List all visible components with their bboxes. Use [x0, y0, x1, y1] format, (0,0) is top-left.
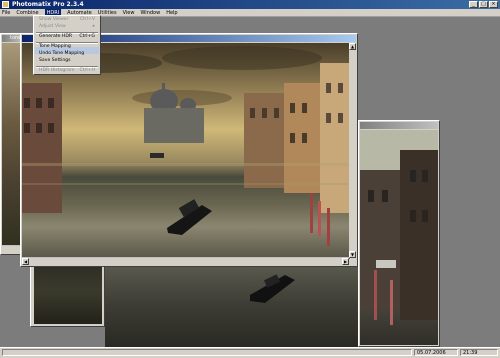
- status-message: [2, 349, 412, 356]
- building-silhouette-icon: [360, 150, 438, 325]
- close-button[interactable]: ×: [489, 1, 498, 8]
- menu-window[interactable]: Window: [140, 9, 160, 16]
- document-image: [360, 130, 438, 345]
- scroll-right-arrow-icon[interactable]: ▶: [342, 258, 349, 265]
- scroll-down-arrow-icon[interactable]: ▼: [349, 251, 356, 258]
- menu-item-show-viewer[interactable]: Show Viewer: [39, 17, 68, 22]
- document-image: [34, 258, 102, 324]
- app-titlebar: Photomatix Pro 2.3.4 _ □ ×: [0, 0, 500, 9]
- app-icon: [2, 1, 9, 8]
- scroll-up-arrow-icon[interactable]: ▲: [349, 43, 356, 50]
- menu-help[interactable]: Help: [166, 9, 177, 16]
- status-time: 21:39: [460, 349, 498, 356]
- menu-item-generate-hdr[interactable]: Generate HDR: [39, 34, 72, 39]
- scroll-left-arrow-icon[interactable]: ◀: [22, 258, 29, 265]
- venice-canal-scene: [22, 46, 350, 246]
- window-controls: _ □ ×: [469, 1, 498, 8]
- app-title: Photomatix Pro 2.3.4: [12, 1, 84, 8]
- hdri-dropdown-menu: Show Viewer Ctrl+V Adjust View ▸ Generat…: [33, 15, 101, 75]
- shortcut-show-viewer: Ctrl+V: [79, 17, 95, 22]
- submenu-arrow-icon: ▸: [92, 24, 95, 29]
- document-image: [22, 43, 350, 259]
- maximize-button[interactable]: □: [479, 1, 488, 8]
- shortcut-hdr-histogram: Ctrl+H: [79, 68, 95, 73]
- menu-item-hdr-histogram[interactable]: HDR Histogram: [39, 68, 74, 73]
- document-titlebar: [360, 122, 438, 129]
- document-window-right[interactable]: [358, 120, 440, 347]
- minimize-button[interactable]: _: [469, 1, 478, 8]
- shortcut-generate-hdr: Ctrl+G: [79, 34, 95, 39]
- horizontal-scrollbar[interactable]: ◀ ▶: [22, 257, 349, 265]
- statusbar: 05.07.2006 21:39: [0, 347, 500, 358]
- menu-item-tone-mapping[interactable]: Tone Mapping: [39, 44, 71, 49]
- menu-item-save-settings[interactable]: Save Settings: [39, 58, 71, 63]
- vertical-scrollbar[interactable]: ▲ ▼: [349, 43, 356, 258]
- menu-file[interactable]: File: [2, 9, 10, 16]
- status-date: 05.07.2006: [414, 349, 458, 356]
- menu-view[interactable]: View: [123, 9, 135, 16]
- menu-item-undo-tone-mapping[interactable]: Undo Tone Mapping: [39, 51, 84, 56]
- menu-item-adjust-view[interactable]: Adjust View: [39, 24, 66, 29]
